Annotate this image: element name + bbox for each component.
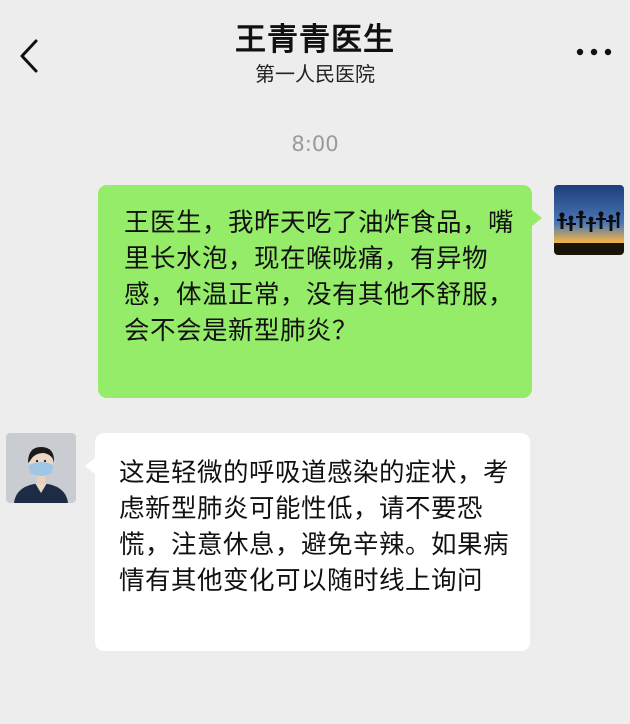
sent-message-bubble[interactable]: 王医生，我昨天吃了油炸食品，嘴里长水泡，现在喉咙痛，有异物感，体温正常，没有其他… <box>98 185 542 398</box>
more-dots-icon <box>576 48 612 56</box>
received-message-text: 这是轻微的呼吸道感染的症状，考虑新型肺炎可能性低，请不要恐慌，注意休息，避免辛辣… <box>119 458 510 596</box>
doctor-with-mask-avatar <box>6 433 76 503</box>
doctor-avatar[interactable] <box>6 433 76 503</box>
chat-title: 王青青医生 <box>235 22 395 58</box>
message-timestamp: 8:00 <box>291 132 339 156</box>
user-avatar[interactable] <box>554 185 624 255</box>
received-message-bubble[interactable]: 这是轻微的呼吸道感染的症状，考虑新型肺炎可能性低，请不要恐慌，注意休息，避免辛辣… <box>85 433 530 651</box>
chat-header: 王青青医生 第一人民医院 <box>0 0 630 96</box>
group-silhouette-sunset-avatar <box>554 185 624 255</box>
more-button[interactable] <box>574 42 614 62</box>
sent-message-text: 王医生，我昨天吃了油炸食品，嘴里长水泡，现在喉咙痛，有异物感，体温正常，没有其他… <box>124 208 515 346</box>
chat-subtitle: 第一人民医院 <box>255 62 375 86</box>
